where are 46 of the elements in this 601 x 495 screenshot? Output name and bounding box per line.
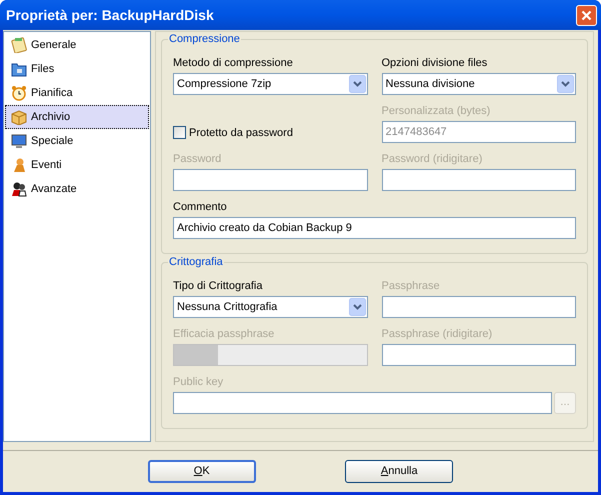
dropdown[interactable]: Compressione 7zip bbox=[173, 73, 368, 95]
field-label: Efficacia passphrase bbox=[173, 327, 274, 341]
sidebar-item[interactable]: Avanzate bbox=[5, 177, 149, 201]
dropdown[interactable]: Nessuna Crittografia bbox=[173, 296, 368, 318]
sidebar-item[interactable]: Archivio bbox=[5, 105, 149, 129]
dialog-button[interactable]: OK bbox=[148, 460, 256, 483]
folder-icon bbox=[11, 61, 27, 77]
field-label: Commento bbox=[173, 200, 227, 214]
dropdown[interactable]: Nessuna divisione bbox=[382, 73, 576, 95]
input-field[interactable] bbox=[173, 169, 368, 191]
sidebar-item[interactable]: Files bbox=[5, 57, 149, 81]
chevron-down-icon bbox=[348, 75, 366, 93]
alarm-clock-icon bbox=[11, 85, 27, 101]
sidebar-item[interactable]: Generale bbox=[5, 33, 149, 57]
figure-icon bbox=[11, 157, 27, 173]
field-label: Password bbox=[173, 152, 222, 166]
input-field[interactable]: Archivio creato da Cobian Backup 9 bbox=[173, 217, 576, 239]
monitor-icon bbox=[11, 133, 27, 149]
notepad-icon bbox=[11, 37, 27, 53]
field-label: Personalizzata (bytes) bbox=[382, 104, 490, 118]
sidebar-item[interactable]: Eventi bbox=[5, 153, 149, 177]
sidebar-item[interactable]: Speciale bbox=[5, 129, 149, 153]
group-title: Compressione bbox=[168, 32, 241, 46]
input-field[interactable] bbox=[382, 169, 576, 191]
close-button[interactable] bbox=[576, 4, 597, 26]
field-label: Tipo di Crittografia bbox=[173, 279, 262, 293]
field-label: Public key bbox=[173, 375, 224, 389]
dialog-button[interactable]: Annulla bbox=[345, 460, 454, 483]
chevron-down-icon bbox=[348, 298, 366, 316]
field-label: Opzioni divisione files bbox=[382, 56, 488, 70]
people-icon bbox=[11, 181, 27, 197]
input-field[interactable] bbox=[382, 296, 576, 318]
group-title: Crittografia bbox=[168, 255, 224, 269]
box-icon bbox=[11, 109, 27, 125]
field-label: Passphrase (ridigitare) bbox=[382, 327, 492, 341]
window-title: Proprietà per: BackupHardDisk bbox=[6, 6, 214, 25]
chevron-down-icon bbox=[557, 75, 574, 93]
checkbox-label: Protetto da password bbox=[189, 126, 293, 140]
input-field[interactable] bbox=[173, 392, 552, 414]
field-label: Metodo di compressione bbox=[173, 56, 293, 70]
field-label: Passphrase bbox=[382, 279, 440, 293]
field-label: Password (ridigitare) bbox=[382, 152, 482, 166]
checkbox[interactable] bbox=[173, 126, 186, 140]
input-field[interactable] bbox=[382, 344, 576, 366]
close-icon bbox=[581, 10, 592, 20]
sidebar-item[interactable]: Pianifica bbox=[5, 81, 149, 105]
